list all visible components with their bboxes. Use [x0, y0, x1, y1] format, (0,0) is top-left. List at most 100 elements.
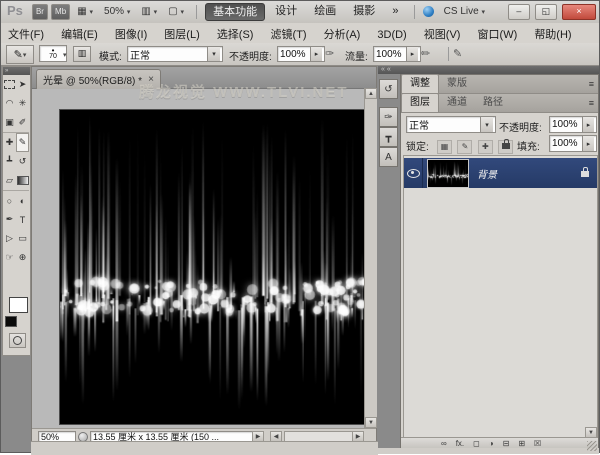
tool-pen[interactable]: ✒: [3, 210, 16, 229]
tab-masks[interactable]: 蒙版: [439, 75, 475, 93]
link-layers-icon[interactable]: ∞: [441, 439, 447, 448]
toggle-panel-icon[interactable]: ✎: [453, 47, 462, 60]
tool-hand[interactable]: ☞: [3, 248, 16, 267]
close-button[interactable]: ×: [562, 4, 596, 20]
tab-adjustments[interactable]: 调整: [401, 74, 439, 93]
opacity-field[interactable]: 100% ▸: [277, 46, 325, 62]
tool-rectangular-marquee[interactable]: [3, 75, 16, 94]
background-color-swatch[interactable]: [5, 316, 17, 327]
brushes-panel-button[interactable]: ✑: [379, 107, 398, 127]
delete-layer-icon[interactable]: ☒: [534, 439, 541, 448]
screen-mode-button[interactable]: ▢ ▾: [164, 4, 188, 19]
tool-blur[interactable]: ○: [3, 191, 16, 210]
tool-clone-stamp[interactable]: ┻: [3, 152, 16, 171]
lock-transparency-icon[interactable]: ▦: [437, 140, 452, 154]
workspace-overflow-button[interactable]: »: [385, 3, 405, 19]
divider: [414, 5, 415, 19]
view-extras-button[interactable]: ▦ ▾: [73, 4, 97, 19]
character-panel-icon: A: [385, 152, 392, 163]
dock-header[interactable]: « «: [378, 66, 599, 74]
close-document-icon[interactable]: ×: [148, 74, 154, 85]
lock-all-icon[interactable]: [498, 140, 513, 154]
layer-fill-field[interactable]: 100% ▸: [549, 135, 597, 152]
bridge-button[interactable]: Br: [32, 4, 48, 20]
document-canvas[interactable]: [59, 109, 368, 425]
tool-dodge[interactable]: ◐: [16, 191, 29, 210]
panel-menu-icon[interactable]: ≡: [589, 79, 594, 89]
tool-lasso[interactable]: ◠: [3, 94, 16, 113]
tool-preset-picker[interactable]: ✎ ▾: [6, 45, 34, 64]
tab-layers[interactable]: 图层: [401, 93, 439, 112]
workspace-photography-button[interactable]: 摄影: [346, 3, 382, 19]
tool-healing-brush[interactable]: ✚: [3, 133, 16, 152]
collapse-panels-icon[interactable]: « «: [378, 66, 391, 73]
cs-live-button[interactable]: CS Live ▾: [440, 4, 489, 19]
clone-source-panel-button[interactable]: ┳: [379, 127, 398, 147]
tool-move[interactable]: ➤: [16, 75, 29, 94]
character-panel-button[interactable]: A: [379, 147, 398, 167]
tool-eyedropper[interactable]: ✐: [16, 113, 29, 133]
tool-history-brush[interactable]: ↺: [16, 152, 29, 171]
zoom-level-dropdown[interactable]: 50% ▾: [100, 4, 134, 19]
tool-path-selection[interactable]: ▷: [3, 229, 16, 248]
adjustment-layer-icon[interactable]: ◑: [489, 439, 494, 448]
menu-layer[interactable]: 图层(L): [157, 23, 206, 42]
panel-menu-icon[interactable]: ≡: [589, 98, 594, 108]
tool-zoom[interactable]: ⊕: [16, 248, 29, 267]
layer-group-icon[interactable]: ⊟: [503, 439, 510, 448]
workspace-design-button[interactable]: 设计: [268, 3, 304, 19]
airbrush-opacity-icon[interactable]: ✑: [325, 47, 334, 60]
chevron-down-icon[interactable]: ▾: [63, 51, 67, 59]
layer-mask-icon[interactable]: ◻: [473, 439, 480, 448]
tools-panel-header[interactable]: »: [3, 67, 30, 75]
toggle-brush-panel-button[interactable]: ▥: [73, 46, 91, 62]
menu-window[interactable]: 窗口(W): [471, 23, 525, 42]
tool-brush[interactable]: ✎: [16, 133, 29, 152]
layer-thumbnail[interactable]: [427, 159, 469, 188]
flow-field[interactable]: 100% ▸: [373, 46, 421, 62]
tool-gradient[interactable]: [16, 171, 29, 191]
tool-eraser[interactable]: ▱: [3, 171, 16, 191]
resize-grip[interactable]: [587, 441, 597, 451]
lock-pixels-icon[interactable]: ✎: [457, 140, 472, 154]
history-panel-button[interactable]: ↺: [379, 79, 398, 99]
tool-crop[interactable]: ▣: [3, 113, 16, 133]
quick-mask-button[interactable]: [9, 333, 26, 348]
vertical-scrollbar[interactable]: ▲ ▼: [364, 88, 377, 428]
tool-quick-selection[interactable]: ✳: [16, 94, 29, 113]
restore-button[interactable]: ◱: [535, 4, 557, 20]
layer-blend-mode-select[interactable]: 正常 ▾: [406, 116, 496, 133]
menu-3d[interactable]: 3D(D): [370, 26, 413, 41]
tool-type[interactable]: T: [16, 210, 29, 229]
layer-visibility-toggle[interactable]: [404, 158, 423, 188]
foreground-color-swatch[interactable]: [9, 297, 28, 313]
workspace-painting-button[interactable]: 绘画: [307, 3, 343, 19]
arrange-documents-button[interactable]: ▥ ▾: [137, 4, 161, 19]
layer-style-icon[interactable]: fx.: [456, 439, 464, 448]
menu-filter[interactable]: 滤镜(T): [264, 23, 314, 42]
scroll-up-icon[interactable]: ▲: [365, 88, 377, 99]
menu-edit[interactable]: 编辑(E): [54, 23, 105, 42]
tool-shape[interactable]: ▭: [16, 229, 29, 248]
menu-image[interactable]: 图像(I): [108, 23, 154, 42]
scroll-down-icon[interactable]: ▼: [365, 417, 377, 428]
layer-opacity-field[interactable]: 100% ▸: [549, 116, 597, 133]
zoom-icon: ⊕: [19, 252, 27, 263]
new-layer-icon[interactable]: ⊞: [518, 439, 525, 448]
workspace-essentials-button[interactable]: 基本功能: [205, 3, 265, 21]
blend-mode-select[interactable]: 正常 ▾: [127, 46, 223, 62]
tab-channels[interactable]: 通道: [439, 94, 475, 112]
minimize-button[interactable]: –: [508, 4, 530, 20]
menu-view[interactable]: 视图(V): [417, 23, 468, 42]
mini-bridge-button[interactable]: Mb: [51, 4, 70, 20]
tab-paths[interactable]: 路径: [475, 94, 511, 112]
window-controls: – ◱ ×: [507, 1, 597, 20]
lock-position-icon[interactable]: ✚: [478, 140, 493, 154]
airbrush-toggle-icon[interactable]: ✏: [421, 47, 430, 60]
menu-select[interactable]: 选择(S): [210, 23, 261, 42]
menu-help[interactable]: 帮助(H): [527, 23, 578, 42]
menu-file[interactable]: 文件(F): [1, 23, 51, 42]
document-tab[interactable]: 光晕 @ 50%(RGB/8) * ×: [36, 69, 161, 89]
layer-row-background[interactable]: 背景: [404, 158, 597, 188]
menu-analysis[interactable]: 分析(A): [317, 23, 368, 42]
